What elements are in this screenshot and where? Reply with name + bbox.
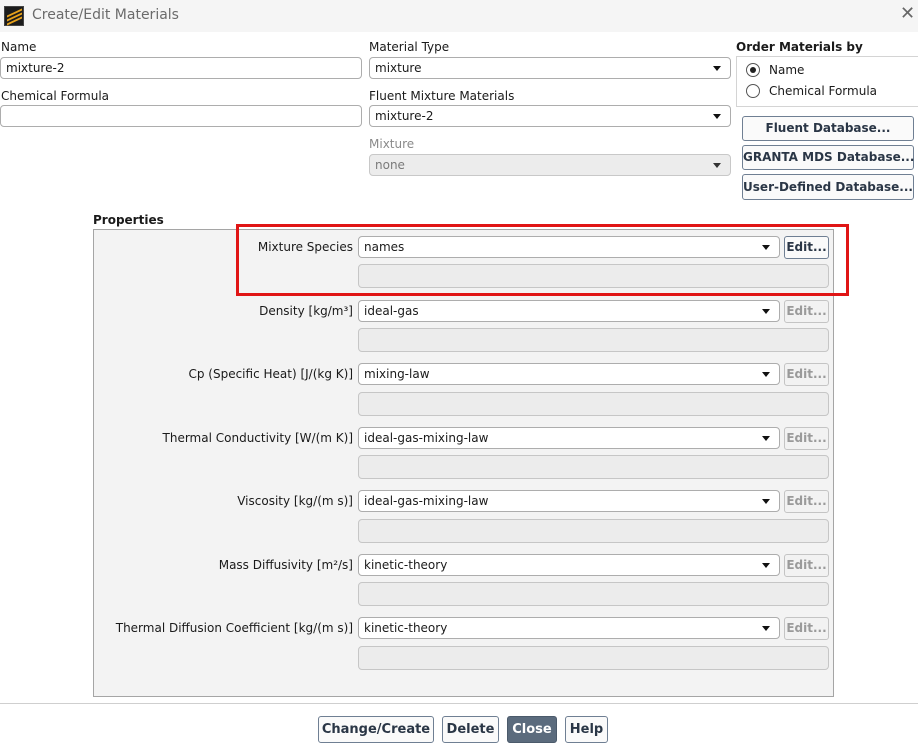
fluent-mixture-dropdown[interactable]: mixture-2 bbox=[369, 105, 731, 127]
material-type-label: Material Type bbox=[369, 40, 450, 54]
property-value: kinetic-theory bbox=[364, 558, 448, 572]
property-dropdown-thermal-diffusion[interactable]: kinetic-theory bbox=[358, 617, 780, 639]
granta-database-button[interactable]: GRANTA MDS Database... bbox=[742, 145, 914, 170]
properties-title: Properties bbox=[93, 213, 164, 227]
fluent-mixture-value: mixture-2 bbox=[375, 109, 434, 123]
fluent-mixture-label: Fluent Mixture Materials bbox=[369, 89, 515, 103]
chevron-down-icon bbox=[762, 436, 770, 441]
chevron-down-icon bbox=[762, 309, 770, 314]
chevron-down-icon bbox=[762, 626, 770, 631]
highlight-box bbox=[236, 224, 849, 296]
order-by-name-label[interactable]: Name bbox=[769, 63, 804, 77]
property-dropdown-density[interactable]: ideal-gas bbox=[358, 300, 780, 322]
property-detail-field bbox=[358, 646, 829, 670]
property-value: kinetic-theory bbox=[364, 621, 448, 635]
property-label-thermal-conductivity: Thermal Conductivity [W/(m K)] bbox=[162, 431, 353, 445]
order-by-label: Order Materials by bbox=[736, 40, 863, 54]
property-dropdown-mass-diffusivity[interactable]: kinetic-theory bbox=[358, 554, 780, 576]
edit-button-specific-heat: Edit... bbox=[784, 363, 829, 386]
window-title: Create/Edit Materials bbox=[32, 7, 179, 23]
property-detail-field bbox=[358, 519, 829, 543]
property-value: ideal-gas-mixing-law bbox=[364, 431, 489, 445]
order-by-formula-radio[interactable] bbox=[746, 84, 760, 98]
close-button[interactable]: Close bbox=[507, 716, 557, 743]
chevron-down-icon bbox=[762, 563, 770, 568]
property-detail-field bbox=[358, 582, 829, 606]
mixture-value: none bbox=[375, 158, 405, 172]
order-by-name-radio[interactable] bbox=[746, 63, 760, 77]
property-value: ideal-gas-mixing-law bbox=[364, 494, 489, 508]
property-detail-field bbox=[358, 328, 829, 352]
bottom-separator bbox=[0, 703, 918, 704]
material-type-dropdown[interactable]: mixture bbox=[369, 57, 731, 79]
chevron-down-icon bbox=[713, 114, 721, 119]
mixture-label: Mixture bbox=[369, 137, 415, 151]
edit-button-mass-diffusivity: Edit... bbox=[784, 554, 829, 577]
order-by-formula-label[interactable]: Chemical Formula bbox=[769, 84, 877, 98]
chevron-down-icon bbox=[713, 163, 721, 168]
chevron-down-icon bbox=[762, 372, 770, 377]
delete-button[interactable]: Delete bbox=[442, 716, 499, 743]
change-create-button[interactable]: Change/Create bbox=[318, 716, 434, 743]
edit-button-viscosity: Edit... bbox=[784, 490, 829, 513]
chevron-down-icon bbox=[762, 499, 770, 504]
property-label-thermal-diffusion: Thermal Diffusion Coefficient [kg/(m s)] bbox=[115, 621, 353, 635]
property-label-viscosity: Viscosity [kg/(m s)] bbox=[237, 494, 353, 508]
property-dropdown-specific-heat[interactable]: mixing-law bbox=[358, 363, 780, 385]
property-detail-field bbox=[358, 455, 829, 479]
property-dropdown-thermal-conductivity[interactable]: ideal-gas-mixing-law bbox=[358, 427, 780, 449]
property-dropdown-viscosity[interactable]: ideal-gas-mixing-law bbox=[358, 490, 780, 512]
material-type-value: mixture bbox=[375, 61, 422, 75]
property-label-density: Density [kg/m³] bbox=[259, 304, 353, 318]
edit-button-thermal-diffusion: Edit... bbox=[784, 617, 829, 640]
chevron-down-icon bbox=[713, 66, 721, 71]
user-defined-database-button[interactable]: User-Defined Database... bbox=[742, 174, 914, 200]
close-icon[interactable]: ✕ bbox=[900, 4, 915, 24]
property-label-specific-heat: Cp (Specific Heat) [J/(kg K)] bbox=[188, 367, 353, 381]
help-button[interactable]: Help bbox=[565, 716, 608, 743]
fluent-database-button[interactable]: Fluent Database... bbox=[742, 116, 914, 141]
edit-button-density: Edit... bbox=[784, 300, 829, 323]
name-input[interactable]: mixture-2 bbox=[0, 57, 362, 79]
property-label-mass-diffusivity: Mass Diffusivity [m²/s] bbox=[218, 558, 353, 572]
property-detail-field bbox=[358, 392, 829, 416]
property-value: ideal-gas bbox=[364, 304, 419, 318]
mixture-dropdown: none bbox=[369, 154, 731, 176]
property-value: mixing-law bbox=[364, 367, 430, 381]
edit-button-thermal-conductivity: Edit... bbox=[784, 427, 829, 450]
name-label: Name bbox=[1, 40, 37, 54]
chemical-formula-label: Chemical Formula bbox=[1, 89, 110, 103]
chemical-formula-input[interactable] bbox=[0, 105, 362, 127]
fluent-app-icon bbox=[4, 6, 24, 26]
order-by-group bbox=[736, 56, 918, 107]
